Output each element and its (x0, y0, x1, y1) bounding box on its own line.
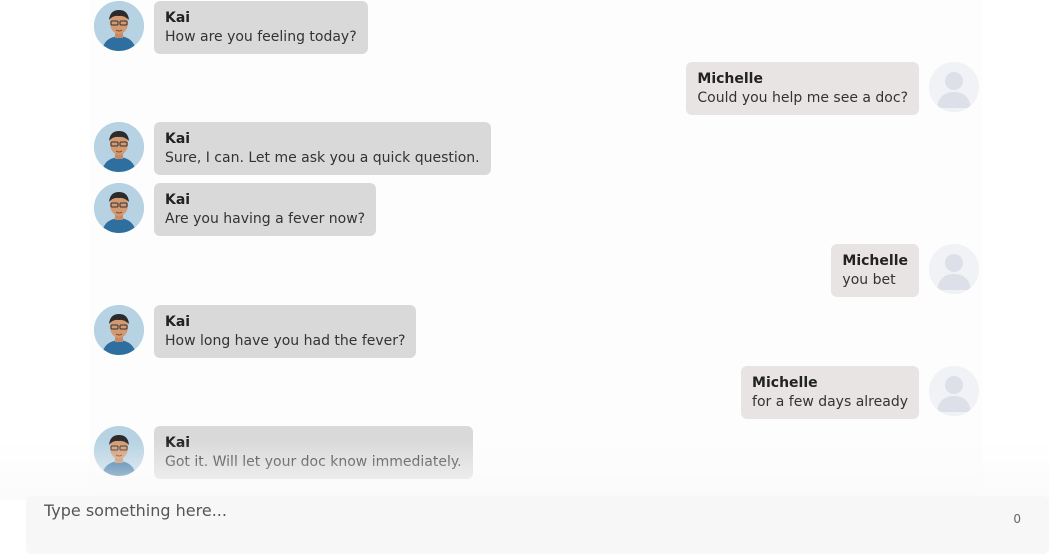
message-michelle: Michelle for a few days already (741, 366, 979, 419)
message-sender: Kai (165, 314, 191, 330)
message-sender: Kai (165, 131, 191, 147)
kai-avatar (94, 1, 144, 51)
message-bubble: Kai Got it. Will let your doc know immed… (154, 426, 473, 479)
composer: 0 (26, 496, 1049, 554)
message-text: Are you having a fever now? (165, 211, 366, 227)
message-text: Could you help me see a doc? (697, 90, 908, 106)
kai-avatar (94, 122, 144, 172)
message-text: Got it. Will let your doc know immediate… (165, 454, 462, 470)
message-kai: Kai Got it. Will let your doc know immed… (94, 426, 473, 479)
message-text: How long have you had the fever? (165, 333, 406, 349)
message-bubble: Michelle for a few days already (741, 366, 919, 419)
message-sender: Michelle (697, 71, 763, 87)
message-text: How are you feeling today? (165, 29, 357, 45)
message-input[interactable] (44, 496, 984, 524)
message-text: Sure, I can. Let me ask you a quick ques… (165, 150, 480, 166)
chat-page: Kai How are you feeling today? Michelle … (0, 0, 1049, 560)
message-kai: Kai How long have you had the fever? (94, 305, 417, 358)
kai-avatar (94, 426, 144, 476)
char-counter: 0 (1013, 512, 1021, 526)
user-avatar (929, 366, 979, 416)
message-sender: Kai (165, 435, 191, 451)
message-bubble: Michelle Could you help me see a doc? (686, 62, 919, 115)
message-sender: Kai (165, 192, 191, 208)
message-bubble: Kai Sure, I can. Let me ask you a quick … (154, 122, 491, 175)
message-michelle: Michelle Could you help me see a doc? (686, 62, 979, 115)
message-bubble: Kai How long have you had the fever? (154, 305, 417, 358)
message-michelle: Michelle you bet (831, 244, 979, 297)
message-bubble: Kai Are you having a fever now? (154, 183, 377, 236)
user-avatar (929, 62, 979, 112)
message-sender: Kai (165, 10, 191, 26)
message-sender: Michelle (842, 253, 908, 269)
user-avatar (929, 244, 979, 294)
message-bubble: Michelle you bet (831, 244, 919, 297)
message-kai: Kai Sure, I can. Let me ask you a quick … (94, 122, 491, 175)
kai-avatar (94, 183, 144, 233)
message-kai: Kai Are you having a fever now? (94, 183, 377, 236)
kai-avatar (94, 305, 144, 355)
message-text: for a few days already (752, 394, 908, 410)
message-kai: Kai How are you feeling today? (94, 1, 368, 54)
message-text: you bet (842, 272, 896, 288)
message-sender: Michelle (752, 375, 818, 391)
message-bubble: Kai How are you feeling today? (154, 1, 368, 54)
